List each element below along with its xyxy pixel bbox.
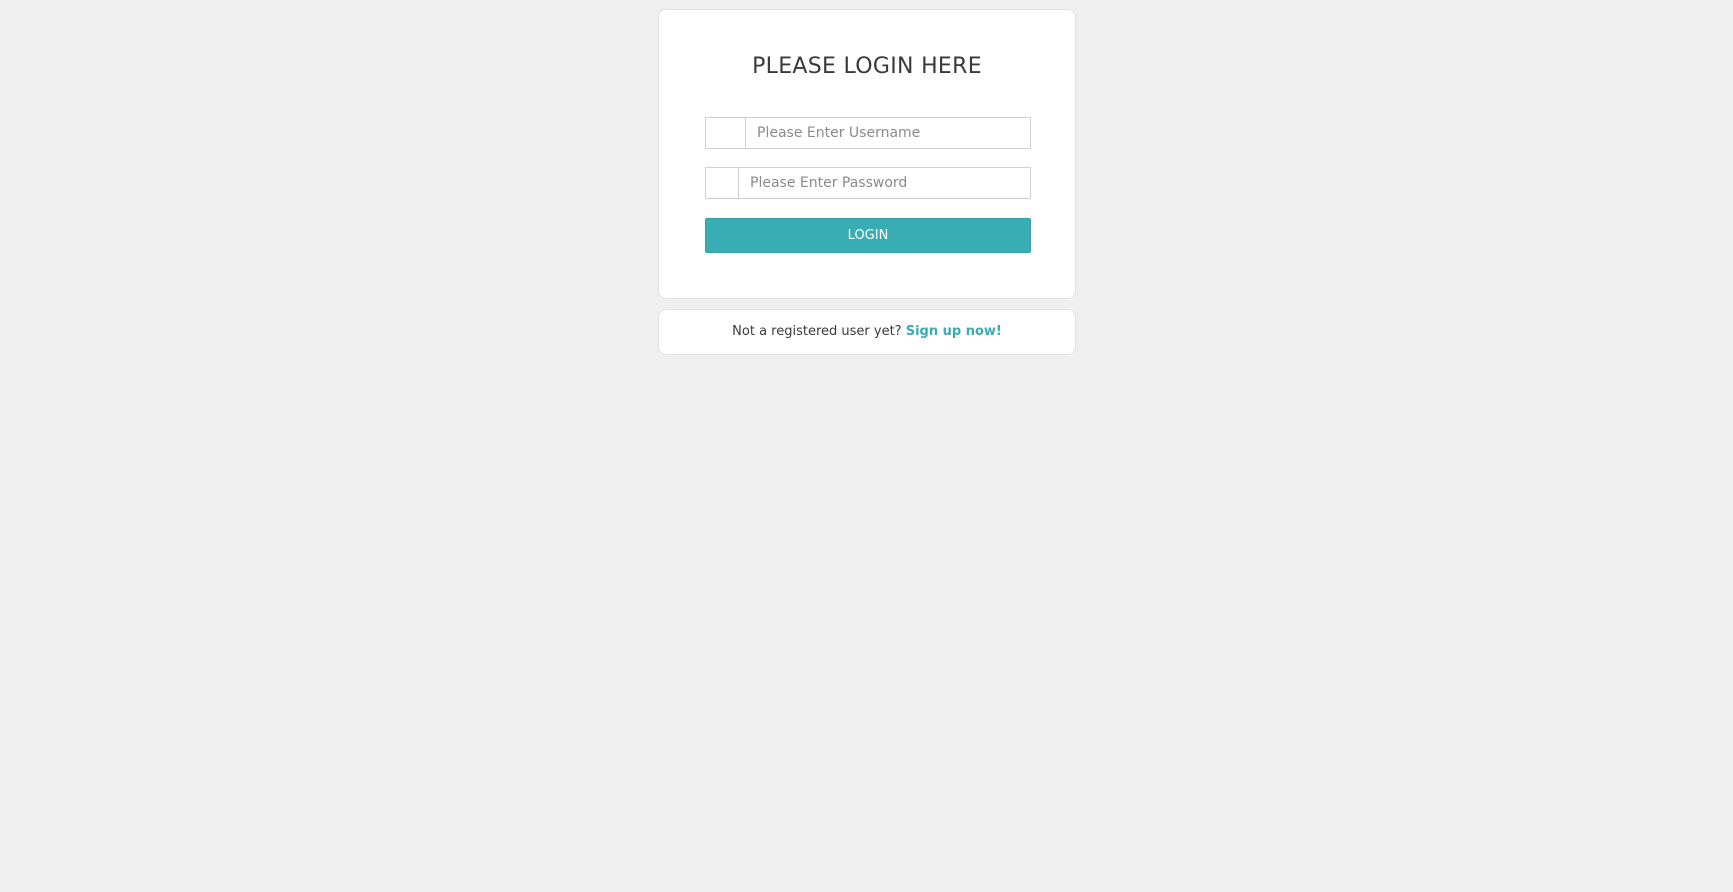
- username-input[interactable]: [746, 118, 1030, 148]
- login-card: PLEASE LOGIN HERE LOGIN: [658, 9, 1076, 299]
- lock-icon: [706, 168, 739, 198]
- user-icon: [706, 118, 746, 148]
- login-button[interactable]: LOGIN: [705, 218, 1031, 253]
- password-input-group: [705, 167, 1031, 199]
- password-input[interactable]: [739, 168, 1030, 198]
- page-title: PLEASE LOGIN HERE: [752, 54, 982, 79]
- signup-link[interactable]: Sign up now!: [906, 324, 1002, 339]
- signup-card: Not a registered user yet? Sign up now!: [658, 309, 1076, 355]
- login-page: PLEASE LOGIN HERE LOGIN Not a registered…: [0, 0, 1733, 892]
- username-input-group: [705, 117, 1031, 149]
- signup-prompt: Not a registered user yet?: [732, 324, 906, 339]
